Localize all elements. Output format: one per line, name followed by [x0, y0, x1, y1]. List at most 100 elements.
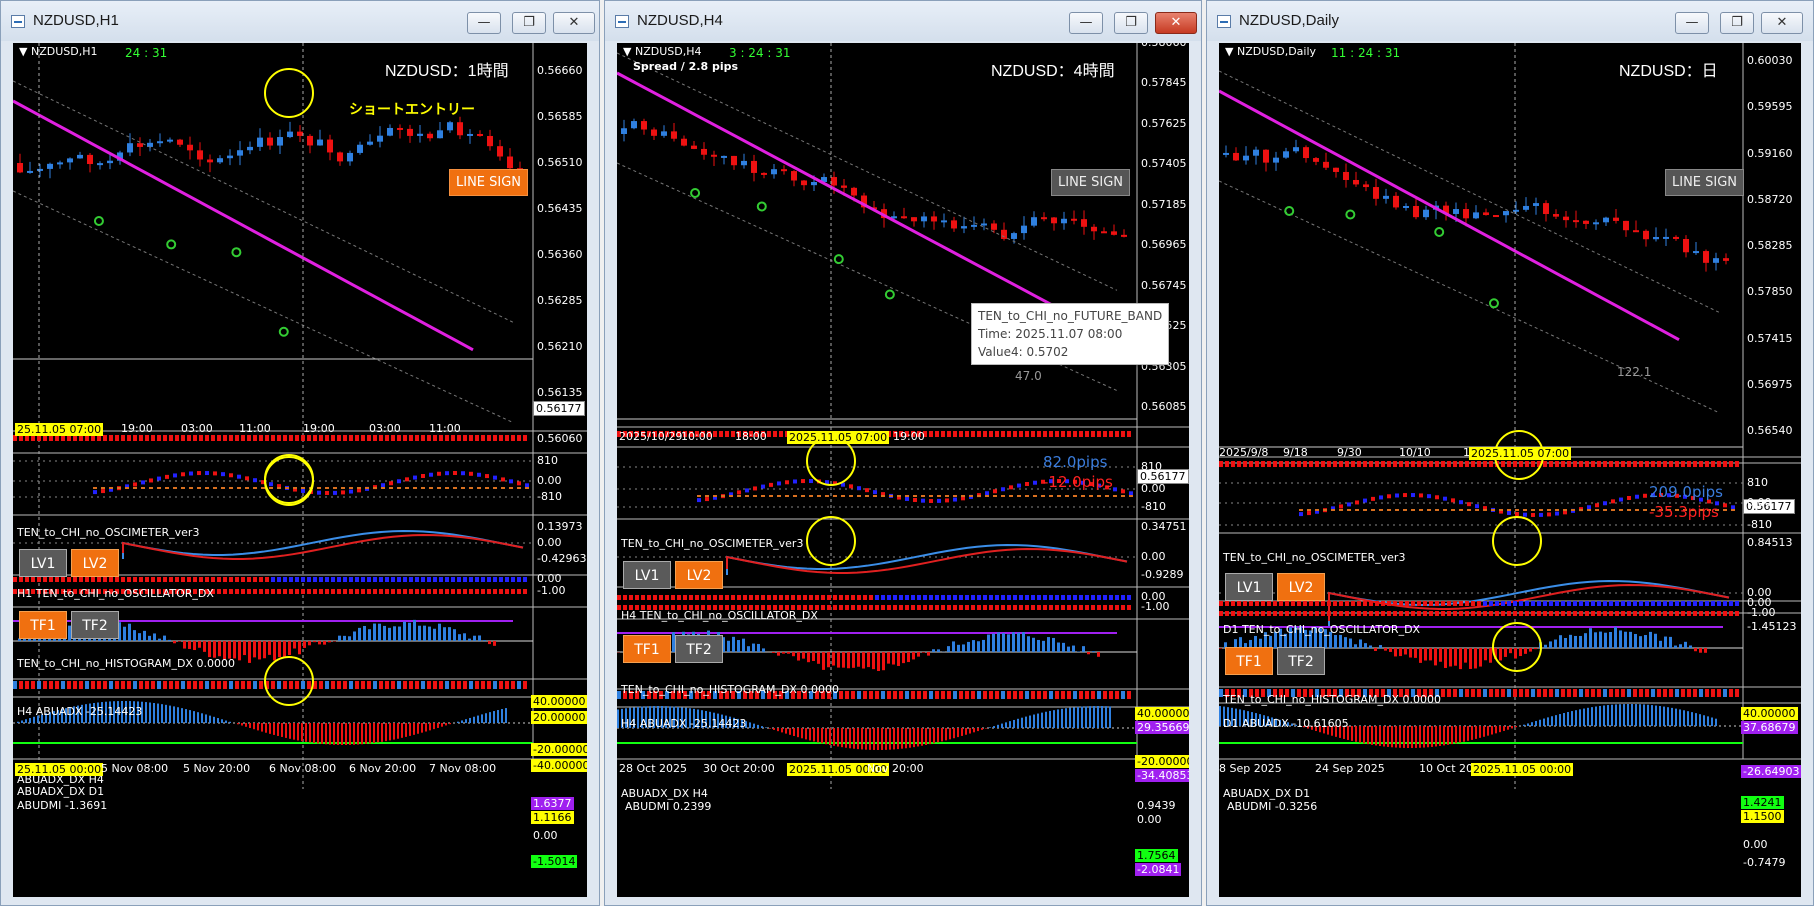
trend-strip-cell	[283, 435, 287, 441]
line-sign-button[interactable]: LINE SIGN	[1051, 169, 1131, 196]
oscimeter-dot	[157, 476, 161, 481]
maximize-button[interactable]: ❐	[1114, 12, 1148, 34]
abuadx-bar	[1614, 626, 1617, 648]
abuadx-bar	[1027, 636, 1030, 652]
histogram-cell	[779, 595, 783, 600]
abuadx-bar	[243, 641, 246, 656]
trend-strip-cell	[779, 431, 783, 437]
abuadx-dx-cell	[1109, 691, 1113, 699]
line-sign-button[interactable]: LINE SIGN	[449, 169, 529, 196]
abuadx-bar	[852, 652, 855, 668]
maximize-button[interactable]: ❐	[512, 12, 546, 34]
abudmi-bar	[1511, 726, 1513, 729]
close-button[interactable]: ✕	[1761, 12, 1803, 34]
candle	[207, 159, 213, 163]
abudmi-bar	[1607, 705, 1609, 726]
histogram-cell	[265, 577, 269, 582]
lv1-button[interactable]: LV1	[19, 549, 67, 577]
candle	[791, 171, 797, 181]
lv2-button[interactable]: LV2	[71, 549, 119, 577]
abudmi-bar	[257, 723, 259, 731]
abudmi-bar	[829, 728, 831, 746]
abuadx-bar	[408, 622, 411, 641]
abudmi-bar	[973, 728, 975, 733]
abudmi-bar	[249, 723, 251, 729]
abuadx-dx-cell	[1585, 689, 1589, 697]
chart-area[interactable]: ▼ NZDUSD,H1 24 : 31 NZDUSD：1時間 ショートエントリー…	[13, 43, 587, 897]
abudmi-bar	[1631, 704, 1633, 726]
oscimeter-band-dot	[1363, 509, 1367, 511]
abudmi-bar	[793, 728, 795, 737]
abudmi-bar	[1547, 717, 1549, 726]
abuadx-bar	[1464, 648, 1467, 663]
tf1-button[interactable]: TF1	[1225, 647, 1273, 675]
abudmi-bar	[397, 723, 399, 739]
oscimeter-band-dot	[293, 487, 297, 489]
abuadx-bar	[917, 652, 920, 657]
histogram-cell	[1555, 611, 1559, 616]
oscimeter-dot	[325, 490, 329, 495]
title-bar[interactable]: NZDUSD,H1 — ❐ ✕	[1, 1, 599, 41]
lv1-button[interactable]: LV1	[623, 561, 671, 589]
title-bar[interactable]: NZDUSD,H4 — ❐ ✕	[605, 1, 1201, 41]
abudmi-bar	[369, 723, 371, 744]
oscimeter-band-dot	[1017, 495, 1021, 497]
histogram-cell	[499, 577, 503, 582]
signal-circle	[1488, 298, 1499, 309]
abudmi-bar	[1077, 706, 1079, 728]
oscimeter-dot	[1339, 504, 1343, 509]
abuadx-dx-cell	[385, 681, 389, 689]
histogram-cell	[1495, 601, 1499, 606]
minimize-button[interactable]: —	[467, 12, 501, 34]
abudmi-bar	[189, 710, 191, 723]
maximize-button[interactable]: ❐	[1720, 12, 1754, 34]
oscimeter-dot	[421, 474, 425, 479]
tf2-button[interactable]: TF2	[71, 611, 119, 639]
oscimeter-band-dot	[961, 495, 965, 497]
tf1-button[interactable]: TF1	[623, 635, 671, 663]
abudmi-bar	[1627, 704, 1629, 726]
abudmi-bar	[329, 723, 331, 745]
price-axis-label: 0.60030	[1747, 54, 1793, 67]
histogram-cell	[1309, 611, 1313, 616]
lv1-button[interactable]: LV1	[1225, 573, 1273, 601]
abuadx-dx-cell	[1007, 691, 1011, 699]
oscimeter-dot	[1371, 496, 1375, 501]
abuadx-bar	[1659, 640, 1662, 648]
lv2-button[interactable]: LV2	[675, 561, 723, 589]
abuadx-bar	[877, 652, 880, 672]
signal-circle	[231, 247, 242, 258]
close-button[interactable]: ✕	[553, 12, 595, 34]
candle	[1343, 171, 1349, 180]
minimize-button[interactable]: —	[1069, 12, 1103, 34]
abudmi-bar	[1531, 722, 1533, 726]
minimize-button[interactable]: —	[1675, 12, 1709, 34]
chart-area[interactable]: ▼ NZDUSD,Daily 11 : 24 : 31 NZDUSD：日 LIN…	[1219, 43, 1801, 897]
histogram-cell	[1657, 611, 1661, 616]
histogram-cell	[995, 605, 999, 610]
abudmi-bar	[1667, 707, 1669, 726]
abuadx-dx-cell	[905, 691, 909, 699]
histogram-cell	[259, 589, 263, 594]
abudmi-bar	[913, 728, 915, 748]
title-bar[interactable]: NZDUSD,Daily — ❐ ✕	[1207, 1, 1813, 41]
abudmi-bar	[1065, 708, 1067, 728]
abudmi-bar	[1033, 714, 1035, 728]
lv2-button[interactable]: LV2	[1277, 573, 1325, 601]
pips-down: -12.0pips	[1043, 473, 1113, 491]
window-title: NZDUSD,H1	[33, 12, 119, 29]
close-button[interactable]: ✕	[1155, 12, 1197, 34]
line-sign-button[interactable]: LINE SIGN	[1665, 169, 1745, 196]
tf1-button[interactable]: TF1	[19, 611, 67, 639]
trend-strip-cell	[211, 435, 215, 441]
trend-strip-cell	[1645, 461, 1649, 467]
oscimeter-dot	[809, 479, 813, 484]
abuadx-bar	[962, 644, 965, 652]
histogram-cell	[271, 577, 275, 582]
oscimeter-band-dot	[1459, 509, 1463, 511]
chart-area[interactable]: ▼ NZDUSD,H4 3 : 24 : 31 Spread / 2.8 pip…	[617, 43, 1189, 897]
oscimeter-band-dot	[269, 487, 273, 489]
bottom-axis-label: 25.11.05 00:00	[15, 763, 104, 776]
tf2-button[interactable]: TF2	[675, 635, 723, 663]
tf2-button[interactable]: TF2	[1277, 647, 1325, 675]
